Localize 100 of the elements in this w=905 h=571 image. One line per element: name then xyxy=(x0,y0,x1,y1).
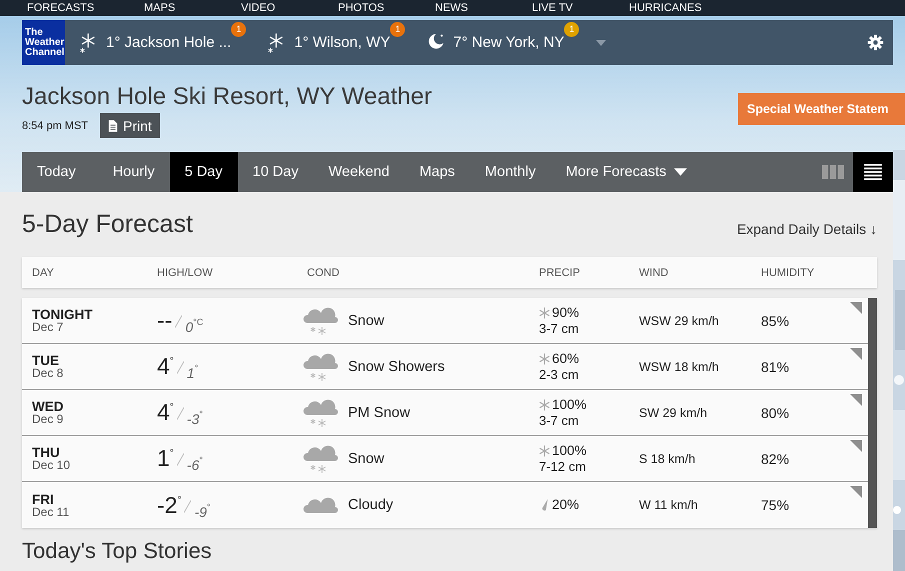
tab[interactable]: Today xyxy=(22,152,98,192)
column-header: COND xyxy=(307,266,340,278)
snow-cloud-icon xyxy=(303,398,339,426)
wind-text: S 18 km/h xyxy=(639,452,696,466)
precip-chance: 20% xyxy=(552,497,580,513)
raindrop-icon xyxy=(539,499,550,511)
low-temp: -9$^{°}$ xyxy=(194,502,211,520)
snow-cloud-icon xyxy=(303,352,339,380)
day-name: WED xyxy=(32,400,64,413)
column-header: HUMIDITY xyxy=(761,266,816,278)
humidity-text: 85% xyxy=(761,312,790,328)
day-date: Dec 8 xyxy=(32,367,64,379)
nav-link[interactable]: PHOTOS xyxy=(338,1,435,16)
high-temp: 4$^{°}$ xyxy=(157,399,174,426)
alert-badge: 1 xyxy=(564,22,580,36)
column-header: PRECIP xyxy=(539,266,581,278)
high-temp: -2$^{°}$ xyxy=(157,492,182,518)
precip-chance: 90% xyxy=(552,304,580,320)
forecast-row[interactable]: THU Dec 10 1$^{°}$ -6$^{°}$ Snow 100% 7-12 cm S 18 km/h 82% xyxy=(22,436,868,482)
alert-badge: 1 xyxy=(231,22,246,36)
humidity-text: 80% xyxy=(761,404,790,420)
day-date: Dec 9 xyxy=(32,413,64,425)
print-button[interactable]: Print xyxy=(100,113,160,138)
humidity-text: 75% xyxy=(761,497,790,513)
humidity-text: 81% xyxy=(761,358,790,374)
list-view-button[interactable] xyxy=(853,152,893,192)
forecast-row[interactable]: WED Dec 9 4$^{°}$ -3$^{°}$ PM Snow 100% 3-7 cm SW 29 km/h 80% xyxy=(22,390,868,436)
condition-text: Snow xyxy=(348,450,384,466)
column-header: WIND xyxy=(639,266,670,278)
snow-amount: 3-7 cm xyxy=(539,412,580,428)
day-name: TUE xyxy=(32,354,60,367)
expand-triangle-icon[interactable] xyxy=(850,440,862,452)
tab[interactable]: 5 Day xyxy=(170,152,238,192)
humidity-text: 82% xyxy=(761,450,790,466)
snowflake-icon xyxy=(539,306,550,318)
tab[interactable]: Monthly xyxy=(470,152,551,192)
slash-icon xyxy=(184,500,192,512)
snowflake-icon xyxy=(539,398,550,410)
day-name: THU xyxy=(32,446,61,459)
tab[interactable]: Weekend xyxy=(313,152,404,192)
condition-text: Snow Showers xyxy=(348,358,445,374)
precip-chance: 60% xyxy=(552,350,580,366)
settings-icon[interactable] xyxy=(867,34,884,51)
nav-link[interactable]: FORECASTS xyxy=(27,1,144,16)
dropdown-caret-icon[interactable] xyxy=(596,40,606,46)
document-icon xyxy=(108,120,118,132)
section-title: 5-Day Forecast xyxy=(22,210,193,239)
wind-text: SW 29 km/h xyxy=(639,406,708,420)
tab[interactable]: Hourly xyxy=(98,152,170,192)
location-item[interactable]: 7° New York, NY xyxy=(427,32,564,54)
condition-text: PM Snow xyxy=(348,404,410,420)
tab[interactable]: More Forecasts xyxy=(550,152,702,192)
location-item[interactable]: 1° Jackson Hole ... xyxy=(80,32,232,54)
forecast-row[interactable]: FRI Dec 11 -2$^{°}$ -9$^{°}$ Cloudy 20% W 11 km/h 75% xyxy=(22,482,868,528)
columns-icon xyxy=(822,164,844,180)
cloud-icon xyxy=(303,496,339,514)
snow-cloud-icon xyxy=(303,444,339,472)
slash-icon xyxy=(176,453,184,466)
condition-text: Cloudy xyxy=(348,497,394,513)
low-temp: -3$^{°}$ xyxy=(186,409,203,427)
logo[interactable]: The Weather Channel xyxy=(22,20,65,65)
day-date: Dec 7 xyxy=(32,321,64,333)
high-temp: 1$^{°}$ xyxy=(157,445,174,472)
location-item[interactable]: 1° Wilson, WY xyxy=(268,32,390,54)
slash-icon xyxy=(176,407,184,420)
nav-link[interactable]: LIVE TV xyxy=(532,1,629,16)
column-header: DAY xyxy=(32,266,55,278)
section-title: Today's Top Stories xyxy=(22,538,213,564)
snow-amount: 3-7 cm xyxy=(539,320,580,336)
nav-link[interactable]: NEWS xyxy=(435,1,532,16)
snow-amount: 2-3 cm xyxy=(539,366,580,382)
nav-link[interactable]: VIDEO xyxy=(241,1,338,16)
tab[interactable]: Maps xyxy=(404,152,470,192)
day-name: FRI xyxy=(32,492,55,506)
expand-triangle-icon[interactable] xyxy=(850,348,862,360)
snow-cloud-icon xyxy=(303,306,339,334)
forecast-row[interactable]: TUE Dec 8 4$^{°}$ 1$^{°}$ Snow Showers 60% 2-3 cm WSW 18 km/h 81% xyxy=(22,344,868,390)
expand-triangle-icon[interactable] xyxy=(850,394,862,406)
nav-link[interactable]: HURRICANES xyxy=(629,1,726,16)
column-header: HIGH/LOW xyxy=(157,266,214,278)
expand-details-link[interactable]: Expand Daily Details ↓ xyxy=(736,220,877,236)
page-title: Jackson Hole Ski Resort, WY Weather xyxy=(22,82,432,112)
high-temp: 4$^{°}$ xyxy=(157,353,174,380)
expand-triangle-icon[interactable] xyxy=(850,486,862,498)
wind-text: W 11 km/h xyxy=(639,498,699,512)
expand-triangle-icon[interactable] xyxy=(850,302,862,314)
nav-link[interactable]: MAPS xyxy=(144,1,241,16)
day-date: Dec 10 xyxy=(32,459,72,471)
day-date: Dec 11 xyxy=(32,506,70,518)
alert-badge: 1 xyxy=(390,22,406,36)
precip-chance: 100% xyxy=(552,396,587,412)
high-temp: -- xyxy=(157,307,172,334)
low-temp: 1$^{°}$ xyxy=(186,363,198,381)
day-name: TONIGHT xyxy=(32,308,94,321)
tab[interactable]: 10 Day xyxy=(238,152,314,192)
forecast-row[interactable]: TONIGHT Dec 7 -- 0$^{°C}$ Snow 90% 3-7 cm WSW 29 km/h 85% xyxy=(22,298,868,344)
precip-chance: 100% xyxy=(552,442,587,458)
condition-text: Snow xyxy=(348,312,384,328)
slash-icon xyxy=(176,361,184,374)
low-temp: -6$^{°}$ xyxy=(186,455,203,473)
